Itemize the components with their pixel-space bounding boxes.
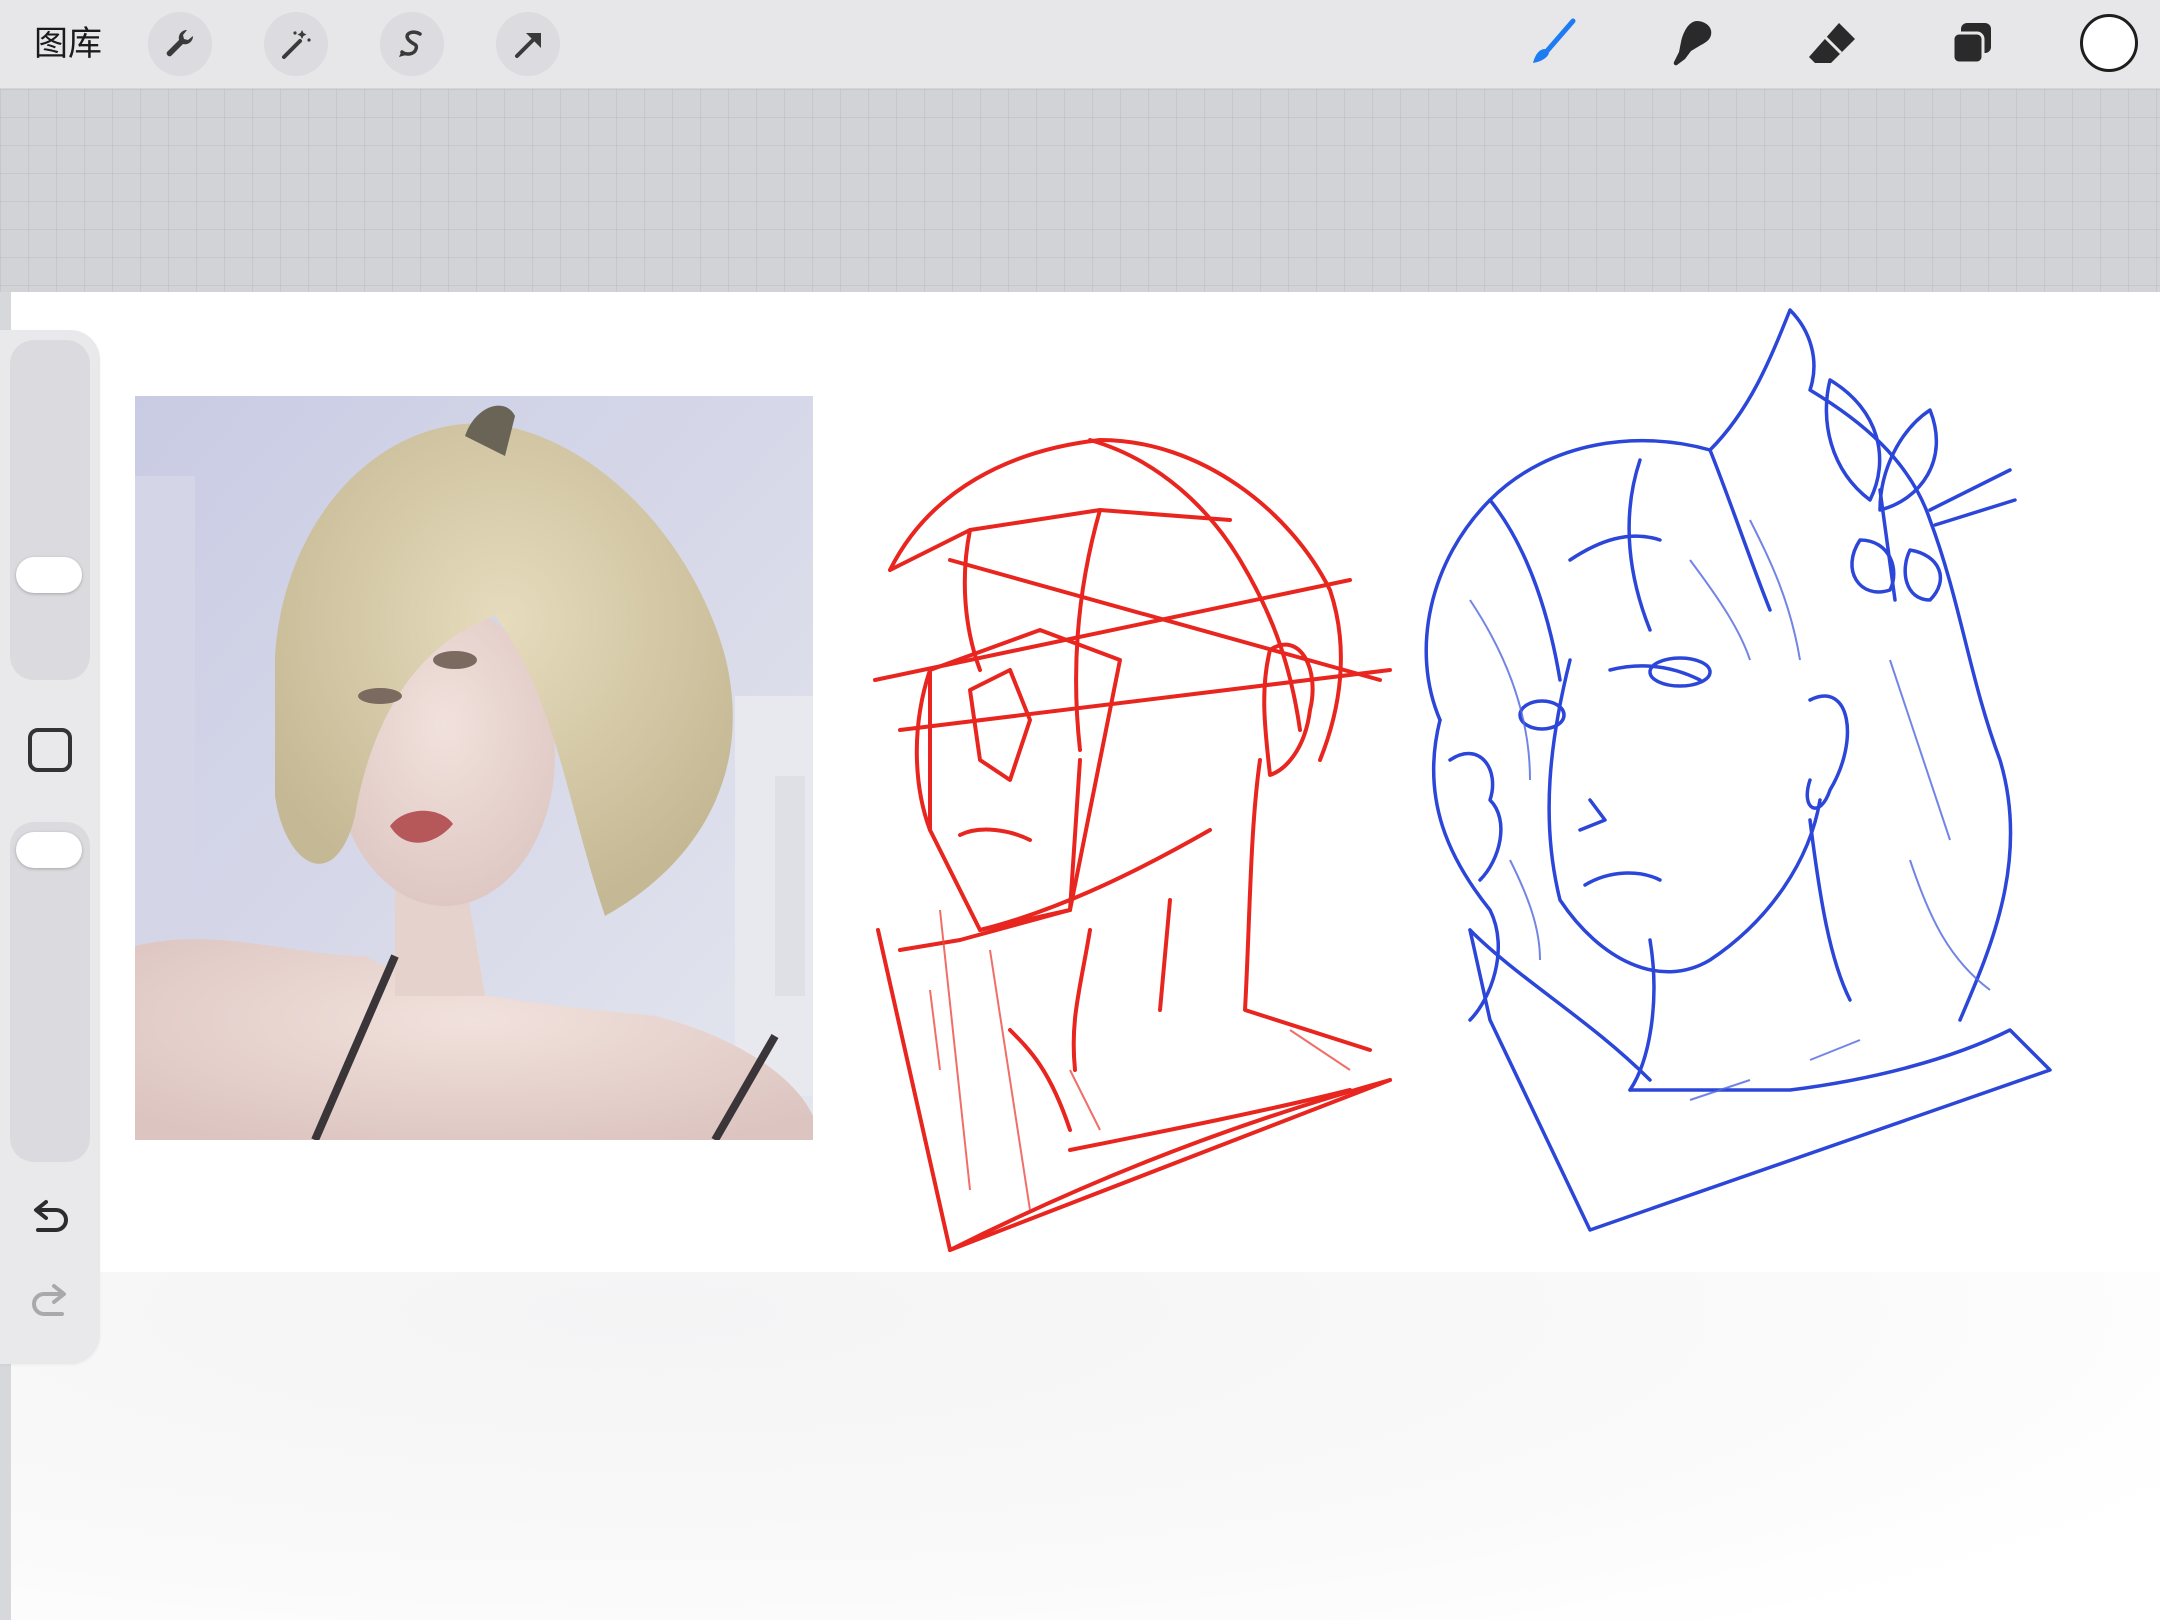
opacity-slider[interactable]	[10, 822, 90, 1162]
brush-size-slider[interactable]	[10, 340, 90, 680]
left-sidebar	[0, 330, 100, 1364]
transform-button[interactable]	[496, 12, 560, 76]
smudge-icon	[1673, 21, 1712, 66]
magic-wand-icon	[282, 30, 311, 59]
eraser-tool[interactable]	[1800, 12, 1864, 76]
selection-button[interactable]	[380, 12, 444, 76]
top-toolbar: 图库	[0, 0, 2160, 89]
opacity-thumb[interactable]	[16, 832, 82, 868]
brush-size-thumb[interactable]	[16, 557, 82, 594]
brush-icon	[1533, 18, 1576, 63]
smudge-tool[interactable]	[1660, 12, 1724, 76]
reference-photo-image	[135, 396, 813, 1140]
wrench-icon	[166, 29, 194, 57]
brush-tool[interactable]	[1520, 12, 1584, 76]
workspace-grid	[0, 89, 2160, 292]
finished-portrait-sketch	[1424, 308, 2052, 1232]
transform-icon	[515, 33, 541, 58]
actions-button[interactable]	[148, 12, 212, 76]
adjustments-button[interactable]	[264, 12, 328, 76]
canvas-shading	[11, 1272, 2160, 1620]
selection-icon	[399, 30, 422, 57]
color-picker-button[interactable]	[2080, 14, 2138, 72]
layers-tool[interactable]	[1940, 12, 2004, 76]
modify-button[interactable]	[28, 728, 72, 772]
eraser-icon	[1809, 23, 1855, 63]
reference-photo	[135, 396, 813, 1140]
gallery-button[interactable]: 图库	[34, 18, 102, 70]
layers-icon	[1951, 23, 1991, 65]
undo-icon[interactable]	[26, 1196, 74, 1244]
redo-icon[interactable]	[26, 1280, 74, 1328]
